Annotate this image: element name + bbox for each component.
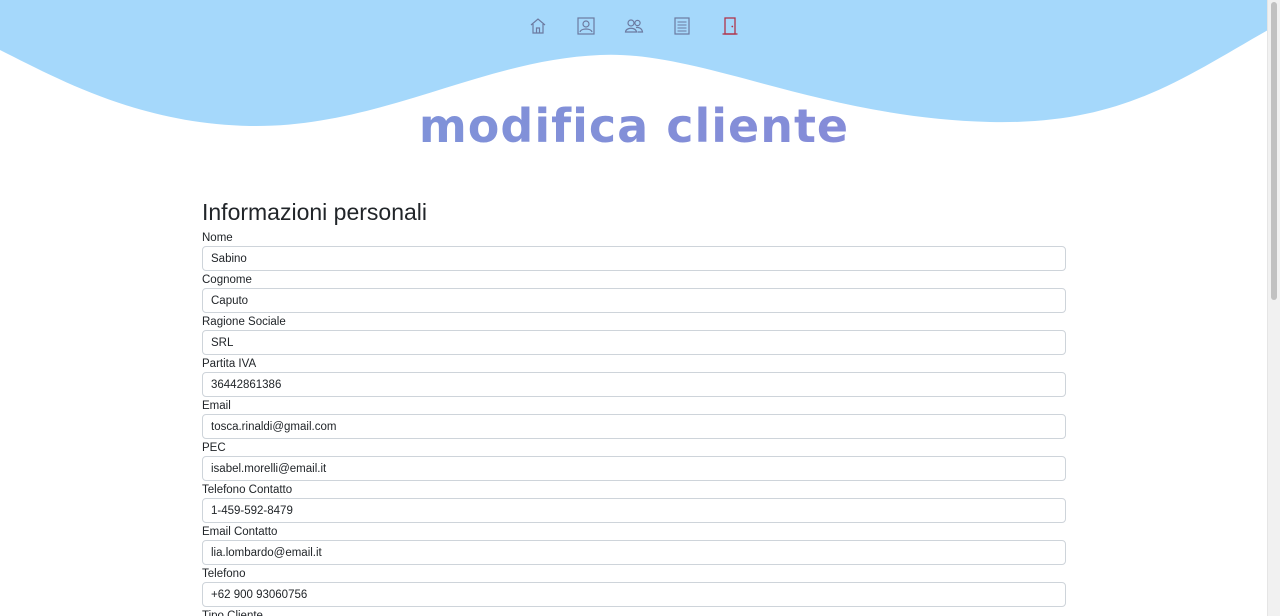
section-title: Informazioni personali (202, 199, 428, 225)
vertical-scrollbar[interactable] (1267, 0, 1280, 616)
nome-label: Nome (202, 232, 233, 244)
page: modifica cliente Informazioni personali … (0, 0, 1268, 616)
list-icon (674, 17, 690, 35)
cognome-input[interactable] (202, 288, 1066, 313)
telefono-label: Telefono (202, 568, 246, 580)
email-contatto-label: Email Contatto (202, 526, 278, 538)
partita-iva-input[interactable] (202, 372, 1066, 397)
users-icon (624, 19, 644, 33)
tipo-cliente-label: Tipo Cliente (202, 610, 263, 616)
nav-profile[interactable] (574, 14, 598, 38)
home-icon (530, 18, 546, 34)
page-title: modifica cliente (0, 96, 1268, 156)
nav-list[interactable] (670, 14, 694, 38)
partita-iva-label: Partita IVA (202, 358, 257, 370)
nav-home[interactable] (526, 14, 550, 38)
telefono-input[interactable] (202, 582, 1066, 607)
cognome-label: Cognome (202, 274, 252, 286)
scrollbar-thumb[interactable] (1271, 2, 1277, 300)
email-input[interactable] (202, 414, 1066, 439)
telefono-contatto-label: Telefono Contatto (202, 484, 293, 496)
nome-input[interactable] (202, 246, 1066, 271)
user-card-icon (577, 17, 595, 35)
ragione-sociale-label: Ragione Sociale (202, 316, 286, 328)
pec-label: PEC (202, 442, 226, 454)
client-edit-form: Informazioni personali Nome Cognome Ragi… (202, 198, 1066, 616)
pec-input[interactable] (202, 456, 1066, 481)
telefono-contatto-input[interactable] (202, 498, 1066, 523)
email-label: Email (202, 400, 231, 412)
logout-door-icon (722, 17, 738, 35)
email-contatto-input[interactable] (202, 540, 1066, 565)
nav-clients[interactable] (622, 14, 646, 38)
nav-logout[interactable] (718, 14, 742, 38)
ragione-sociale-input[interactable] (202, 330, 1066, 355)
top-navigation (0, 14, 1268, 38)
